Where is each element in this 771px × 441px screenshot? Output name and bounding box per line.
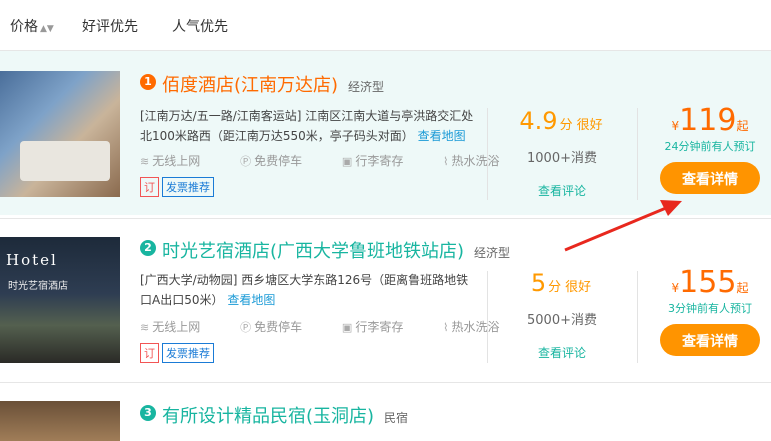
annotation-arrow	[564, 200, 682, 252]
arrow-shaft	[564, 206, 667, 252]
